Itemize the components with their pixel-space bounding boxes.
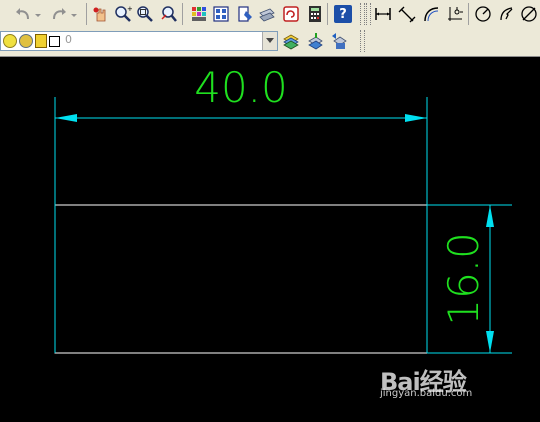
toolbar-separator <box>327 3 328 25</box>
layer-dropdown[interactable]: 0 <box>0 31 278 51</box>
arc-length-icon[interactable] <box>422 5 440 23</box>
diameter-dimension-icon[interactable] <box>520 5 538 23</box>
ordinate-dimension-icon[interactable] <box>446 5 464 23</box>
arrowhead-bottom <box>486 331 494 353</box>
linear-dimension-icon[interactable] <box>374 5 392 23</box>
toolbar-grip[interactable] <box>360 3 365 25</box>
arrowhead-left <box>55 114 77 122</box>
calculator-icon[interactable] <box>306 5 324 23</box>
zoom-realtime-icon[interactable]: + <box>114 5 132 23</box>
toolbar-grip[interactable] <box>366 3 371 25</box>
design-center-icon[interactable] <box>212 5 230 23</box>
rectangle[interactable] <box>54 204 428 354</box>
properties-icon[interactable] <box>190 5 208 23</box>
baidu-watermark: Bai经验 jingyan.baidu.com <box>380 362 500 399</box>
help-label: ? <box>339 6 347 22</box>
toolbar-separator <box>182 3 183 25</box>
zoom-window-icon[interactable] <box>136 5 154 23</box>
zoom-previous-icon[interactable] <box>160 5 178 23</box>
tool-palettes-icon[interactable] <box>236 5 254 23</box>
aligned-dimension-icon[interactable] <box>398 5 416 23</box>
layer-properties-icon[interactable] <box>282 32 300 50</box>
redo-dropdown-icon[interactable] <box>70 5 78 23</box>
layer-name: 0 <box>65 33 72 46</box>
pan-realtime-icon[interactable] <box>92 5 110 23</box>
horizontal-dimension-text[interactable]: 40.0 <box>194 63 288 112</box>
toolbar-separator <box>468 3 469 25</box>
undo-dropdown-icon[interactable] <box>34 5 42 23</box>
arrowhead-top <box>486 205 494 227</box>
toolbar-grip[interactable] <box>360 30 365 52</box>
layer-freeze-icon[interactable] <box>19 34 33 48</box>
layer-on-icon[interactable] <box>3 34 17 48</box>
vertical-dimension-text[interactable]: 16.0 <box>439 232 488 326</box>
layer-lock-icon[interactable] <box>35 34 47 48</box>
arrowhead-right <box>405 114 427 122</box>
drawing-canvas[interactable]: 40.0 16.0 Bai经验 jingyan.baidu.com <box>0 57 540 418</box>
sheet-set-icon[interactable] <box>258 5 276 23</box>
redo-icon[interactable] <box>50 5 68 23</box>
jogged-dimension-icon[interactable] <box>498 5 516 23</box>
layer-previous-icon[interactable] <box>330 32 348 50</box>
make-current-icon[interactable] <box>306 32 324 50</box>
watermark-url: jingyan.baidu.com <box>380 388 473 399</box>
toolbar-area: + ? 0 <box>0 0 540 57</box>
layer-color-icon[interactable] <box>49 35 60 47</box>
svg-text:+: + <box>127 5 132 13</box>
help-icon[interactable]: ? <box>334 5 352 23</box>
toolbar-separator <box>86 3 87 25</box>
undo-icon[interactable] <box>14 5 32 23</box>
radius-dimension-icon[interactable] <box>474 5 492 23</box>
chevron-down-icon[interactable] <box>262 32 277 50</box>
markup-icon[interactable] <box>282 5 300 23</box>
